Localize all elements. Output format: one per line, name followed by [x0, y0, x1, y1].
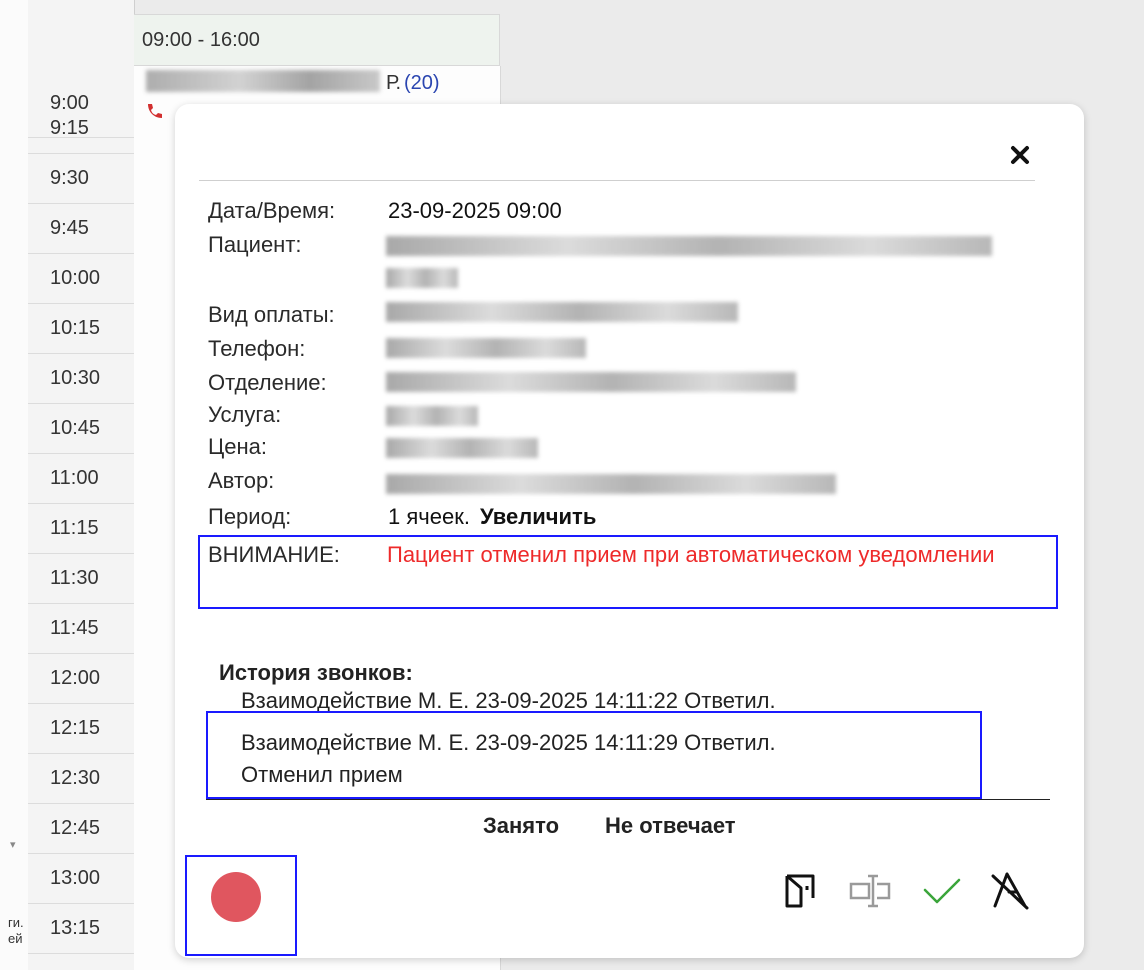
side-label: ей — [8, 931, 23, 946]
time-slot-label: 11:45 — [28, 604, 134, 654]
patient-label: Пациент: — [208, 232, 302, 257]
time-slot-label: 10:45 — [28, 404, 134, 454]
door-exit-icon[interactable] — [777, 868, 823, 914]
appointment-name-suffix: Р. — [386, 72, 402, 94]
service-value-redacted — [386, 406, 478, 426]
appointment-details-modal: Дата/Время: 23-09-2025 09:00 Пациент: Ви… — [175, 104, 1084, 958]
appointment-count[interactable]: (20) — [404, 72, 440, 95]
time-slot-label: 12:00 — [28, 654, 134, 704]
author-label: Автор: — [208, 468, 275, 493]
time-slot-label: 11:15 — [28, 504, 134, 554]
cancel-tool-icon[interactable] — [987, 868, 1033, 914]
date-time-label: Дата/Время: — [208, 198, 336, 223]
call-history-item: Взаимодействие М. Е. 23-09-2025 14:11:29… — [241, 730, 776, 755]
time-slot-label: 13:00 — [28, 854, 134, 904]
warning-label: ВНИМАНИЕ: — [208, 542, 340, 567]
time-slot-label: 13:15 — [28, 904, 134, 954]
phone-label: Телефон: — [208, 336, 306, 361]
time-slot-label: 12:15 — [28, 704, 134, 754]
call-history-item-note: Отменил прием — [241, 762, 403, 787]
time-slot-label: 9:45 — [28, 204, 134, 254]
warning-message: Пациент отменил прием при автоматическом… — [387, 542, 995, 567]
close-button[interactable] — [1003, 138, 1037, 172]
time-slot-label: 9:30 — [28, 154, 134, 204]
left-panel-strip — [0, 0, 29, 970]
appointment-patient-name-redacted[interactable] — [146, 70, 380, 92]
dropdown-arrow-icon[interactable]: ▾ — [10, 838, 16, 851]
time-slot-label: 10:15 — [28, 304, 134, 354]
period-cells: 1 ячеек. — [388, 504, 470, 529]
enlarge-link[interactable]: Увеличить — [480, 504, 596, 529]
payment-type-value-redacted — [386, 302, 738, 322]
time-slot-label: 12:45 — [28, 804, 134, 854]
check-icon[interactable] — [919, 868, 965, 914]
header-divider — [199, 180, 1035, 181]
close-icon — [1011, 146, 1029, 164]
period-value: 1 ячеек. Увеличить — [388, 504, 596, 530]
time-slot-label: 11:30 — [28, 554, 134, 604]
call-history-title: История звонков: — [219, 660, 413, 685]
patient-value-redacted — [386, 268, 458, 288]
date-time-value: 23-09-2025 09:00 — [388, 198, 562, 223]
department-label: Отделение: — [208, 370, 327, 395]
payment-type-label: Вид оплаты: — [208, 302, 335, 327]
patient-value-redacted — [386, 236, 992, 256]
side-label: ги. — [8, 915, 24, 930]
time-slot-label: 9:15 — [28, 104, 134, 154]
time-slot-label: 11:00 — [28, 454, 134, 504]
department-value-redacted — [386, 372, 796, 392]
column-header: 09:00 - 16:00 — [134, 14, 500, 66]
time-slot-label: 10:00 — [28, 254, 134, 304]
text-input-icon[interactable] — [847, 868, 893, 914]
time-slot-label: 10:30 — [28, 354, 134, 404]
price-label: Цена: — [208, 434, 268, 459]
time-slot-label: 12:30 — [28, 754, 134, 804]
service-label: Услуга: — [208, 402, 282, 427]
phone-value-redacted — [386, 338, 586, 358]
price-value-redacted — [386, 438, 538, 458]
busy-button[interactable]: Занято — [483, 813, 559, 839]
author-value-redacted — [386, 474, 836, 494]
period-label: Период: — [208, 504, 292, 529]
record-button[interactable] — [211, 872, 261, 922]
no-answer-button[interactable]: Не отвечает — [605, 813, 736, 839]
missed-call-icon — [148, 104, 162, 118]
call-history-divider — [206, 799, 1050, 800]
